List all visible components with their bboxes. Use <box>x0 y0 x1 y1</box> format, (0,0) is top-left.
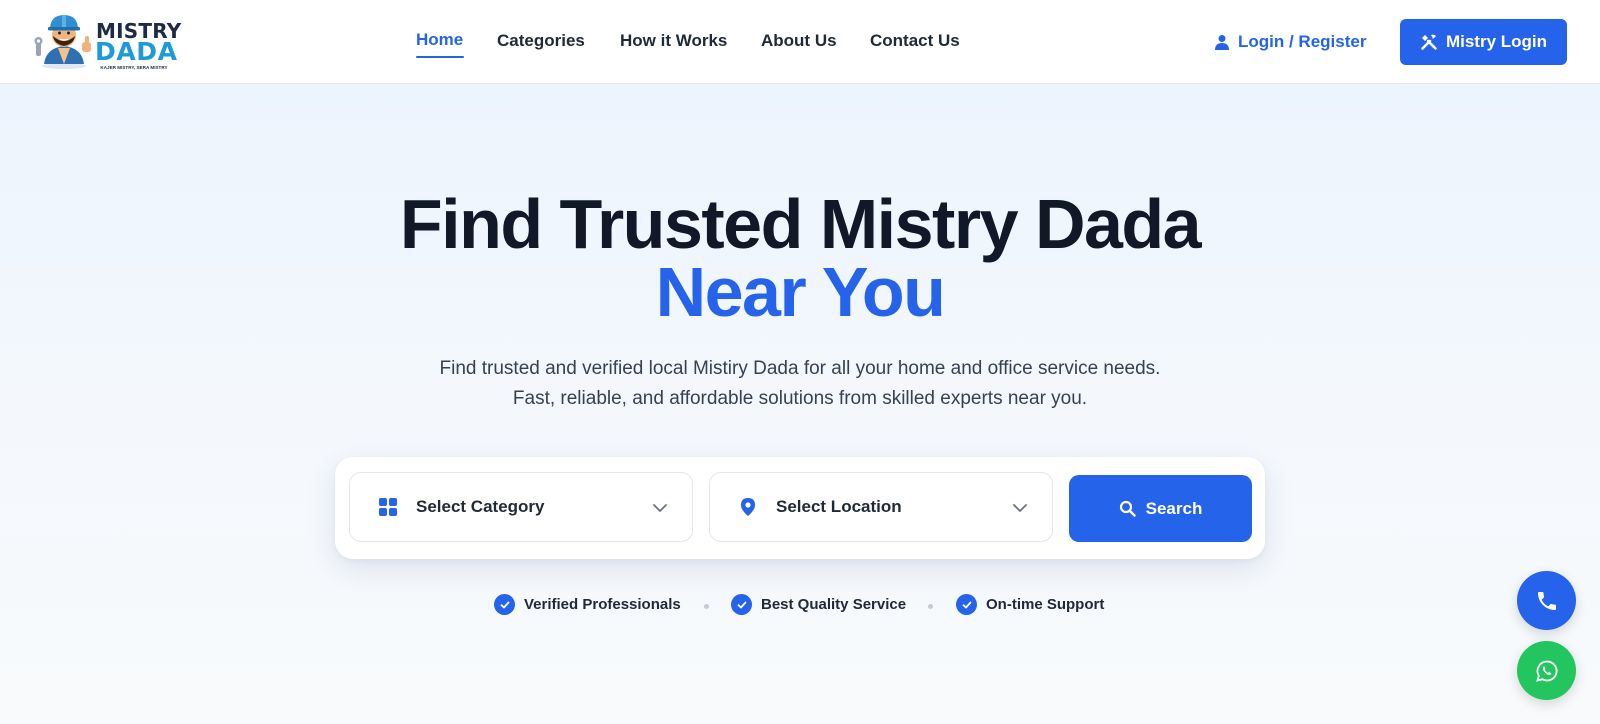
search-icon <box>1119 500 1136 517</box>
search-button-label: Search <box>1145 498 1203 518</box>
location-select-label: Select Location <box>776 497 902 516</box>
check-circle-icon <box>956 594 977 615</box>
login-register-link[interactable]: Login / Register <box>1214 30 1366 54</box>
phone-icon <box>1537 591 1556 610</box>
grid-icon <box>379 498 397 516</box>
map-pin-icon <box>741 498 755 516</box>
whatsapp-button[interactable] <box>1517 641 1576 700</box>
badge-label: Best Quality Service <box>761 596 907 613</box>
login-register-label: Login / Register <box>1238 32 1367 51</box>
search-button[interactable]: Search <box>1069 475 1252 542</box>
hero-title-accent: Near You <box>655 253 946 331</box>
badge-label: On-time Support <box>986 596 1105 613</box>
badge-label: Verified Professionals <box>524 596 681 613</box>
category-select-label: Select Category <box>416 497 545 516</box>
check-circle-icon <box>494 594 515 615</box>
separator-dot <box>704 604 709 609</box>
separator-dot <box>928 604 933 609</box>
call-button[interactable] <box>1517 571 1576 630</box>
nav-item-about-us[interactable]: About Us <box>761 31 837 51</box>
search-panel: Select Category Select Location Search <box>335 457 1265 559</box>
location-select[interactable]: Select Location <box>709 472 1053 542</box>
nav-active-indicator <box>416 56 464 58</box>
nav-item-categories[interactable]: Categories <box>497 31 585 51</box>
nav-item-contact-us[interactable]: Contact Us <box>870 31 960 51</box>
category-select[interactable]: Select Category <box>349 472 693 542</box>
badge-verified-professionals: Verified Professionals <box>494 594 681 615</box>
hero-title: Find Trusted Mistry Dada <box>399 185 1202 263</box>
badge-on-time-support: On-time Support <box>956 594 1104 615</box>
hero-description-line2: Fast, reliable, and affordable solutions… <box>512 388 1088 409</box>
mistry-login-label: Mistry Login <box>1445 32 1548 51</box>
badge-best-quality-service: Best Quality Service <box>731 594 906 615</box>
user-icon <box>1215 35 1229 50</box>
nav-item-home[interactable]: Home <box>416 30 463 50</box>
hero-description-line1: Find trusted and verified local Mistiry … <box>439 358 1161 379</box>
tools-icon <box>1421 34 1437 50</box>
site-header: MISTRY DADA KAJER MISTRY, SERA MISTRY Ho… <box>0 0 1600 84</box>
chevron-down-icon <box>653 504 667 512</box>
nav-item-how-it-works[interactable]: How it Works <box>620 31 727 51</box>
chevron-down-icon <box>1013 504 1027 512</box>
check-circle-icon <box>731 594 752 615</box>
whatsapp-icon <box>1535 660 1557 682</box>
mistry-login-button[interactable]: Mistry Login <box>1400 19 1567 65</box>
